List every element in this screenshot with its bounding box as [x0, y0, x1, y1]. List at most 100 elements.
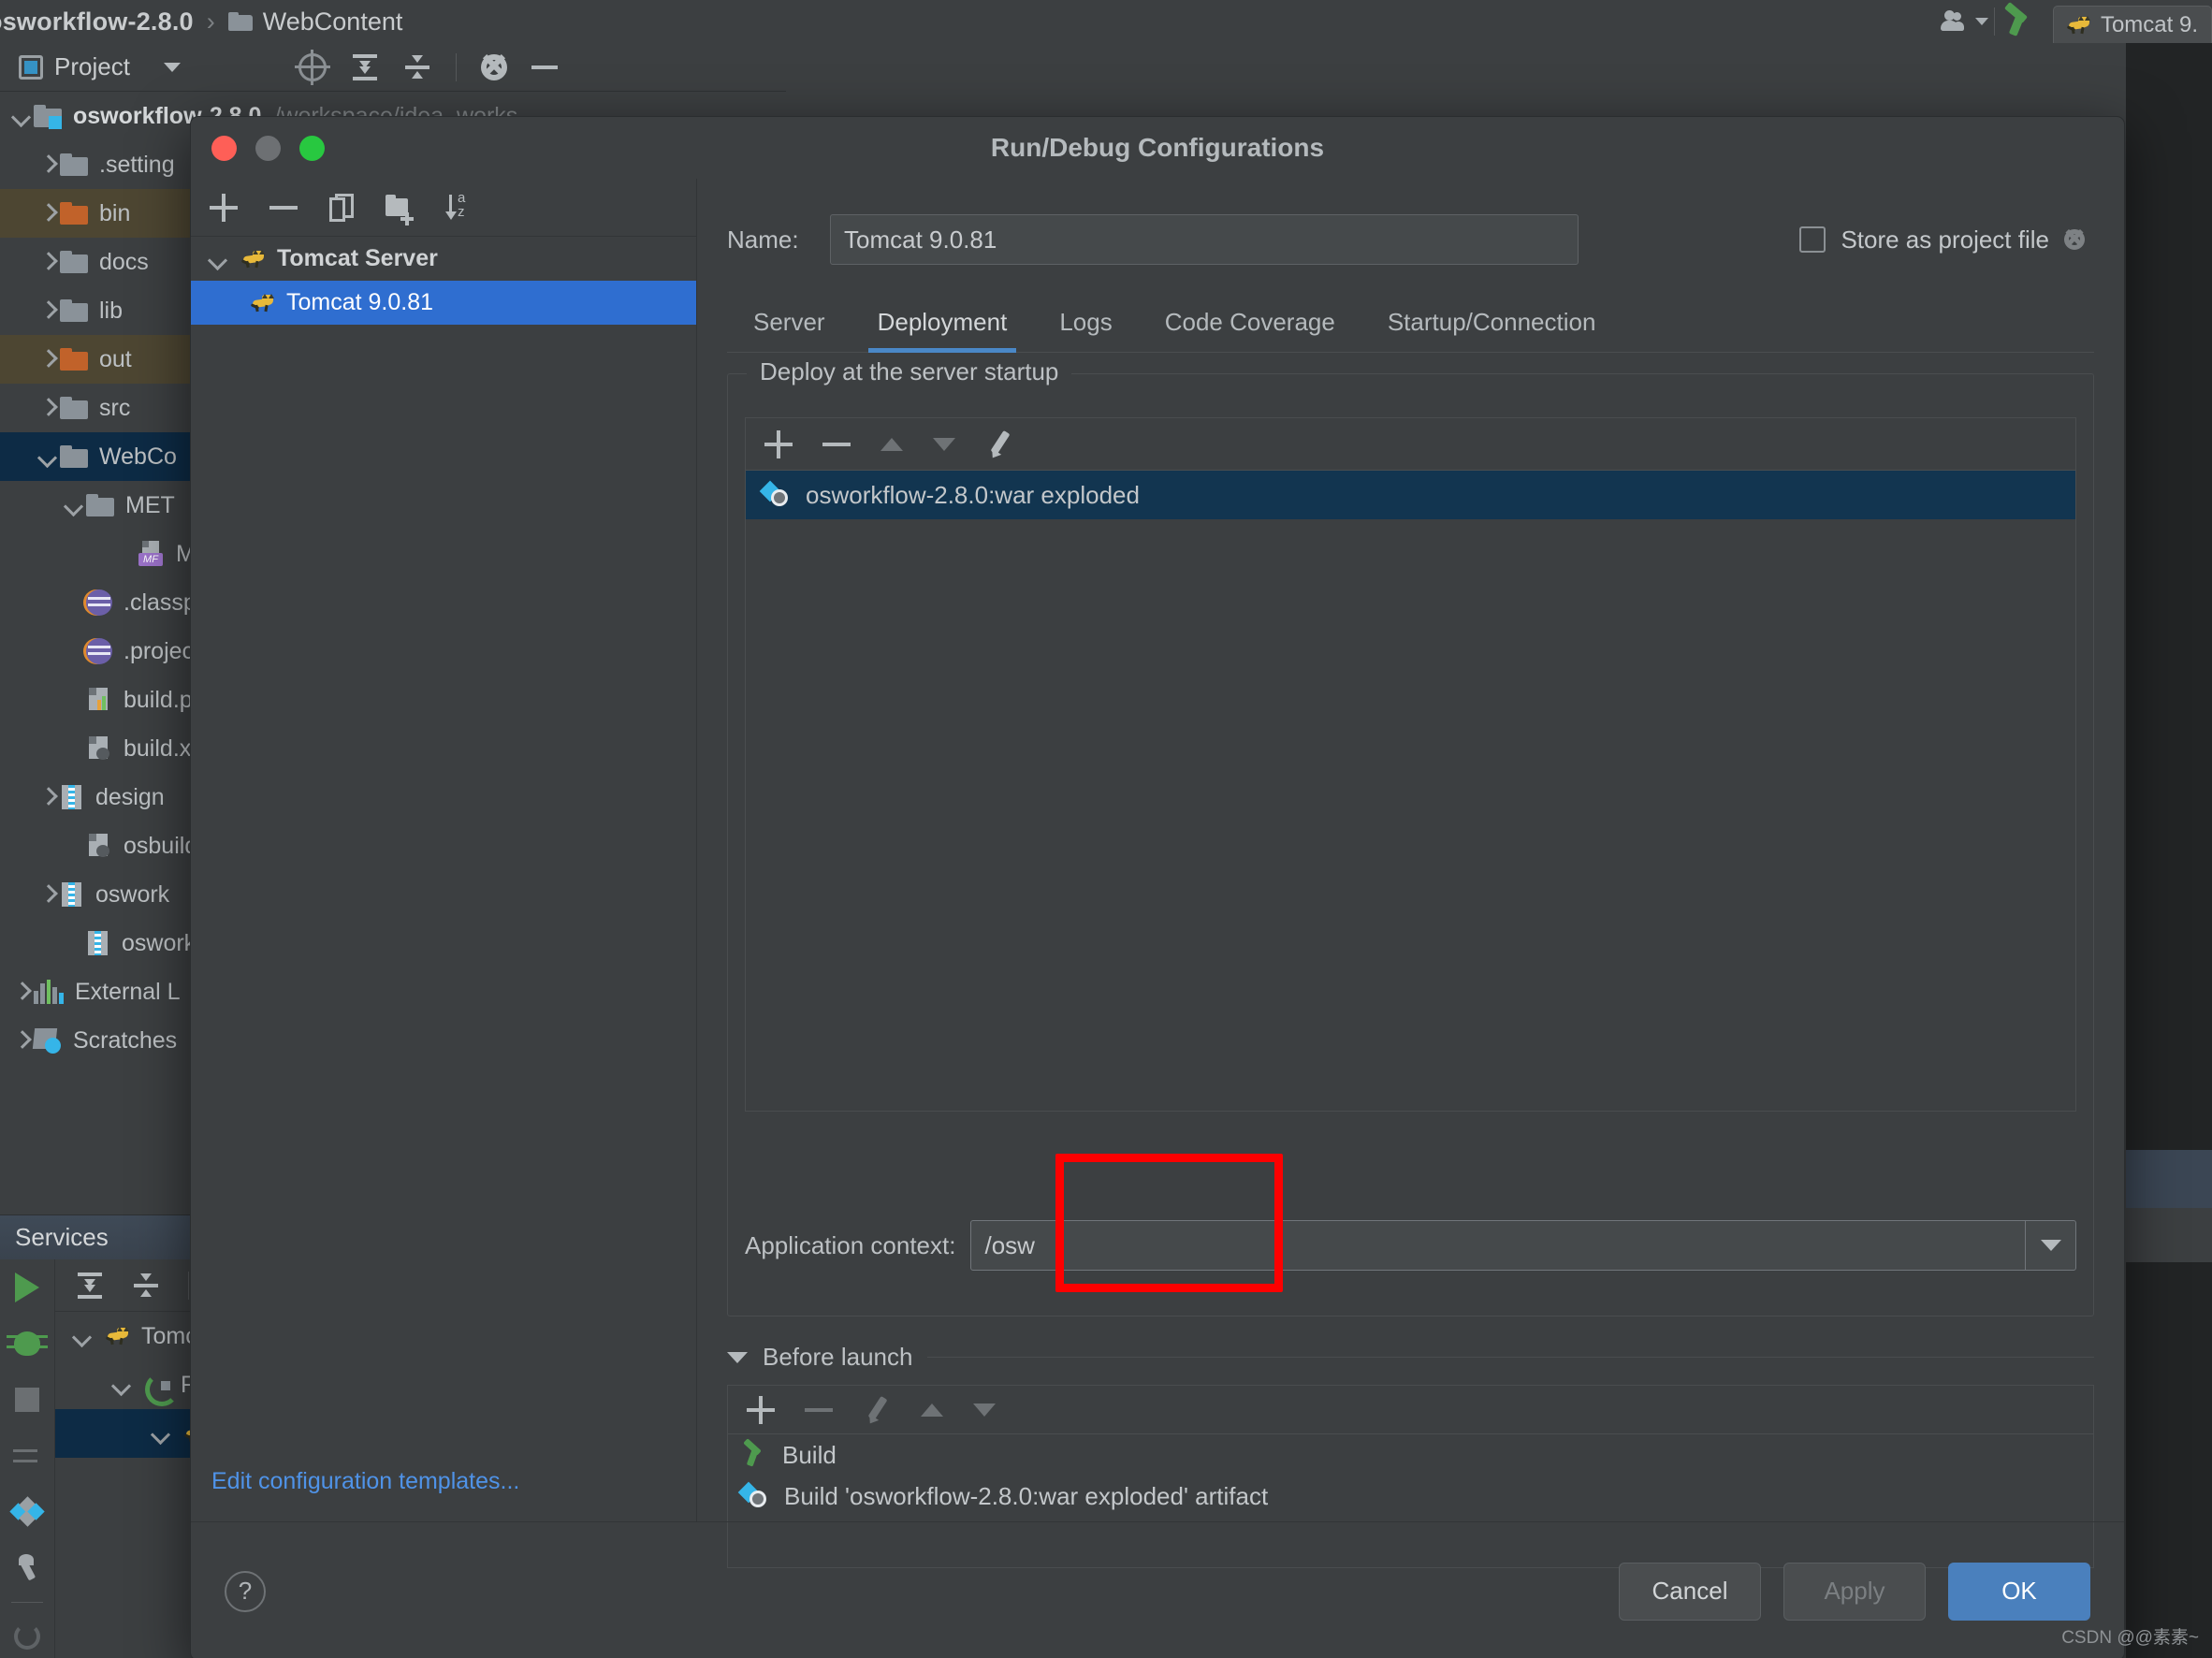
- configuration-group-row[interactable]: Tomcat Server: [191, 237, 696, 281]
- user-menu-button[interactable]: [1938, 9, 1988, 34]
- chevron-right-icon[interactable]: [36, 201, 60, 225]
- configurations-list: Tomcat Server Tomcat 9.0.81: [191, 237, 696, 325]
- project-tree-label: build.p: [124, 686, 193, 713]
- locate-icon[interactable]: [294, 49, 330, 85]
- ant-icon: [86, 736, 112, 761]
- chevron-right-icon[interactable]: [9, 1028, 34, 1053]
- move-up-icon[interactable]: [921, 1403, 943, 1417]
- run-configuration-selector[interactable]: Tomcat 9.: [2052, 6, 2212, 43]
- tab-deployment[interactable]: Deployment: [851, 308, 1034, 353]
- help-button[interactable]: ?: [225, 1570, 266, 1612]
- run-config-name: Tomcat 9.: [2100, 11, 2198, 37]
- remove-icon[interactable]: [822, 442, 851, 446]
- close-button[interactable]: [211, 135, 237, 161]
- move-down-icon[interactable]: [933, 437, 955, 451]
- build-project-button[interactable]: [2001, 2, 2038, 37]
- folder-icon: [60, 397, 88, 419]
- breadcrumb-project[interactable]: osworkflow-2.8.0: [0, 7, 194, 36]
- chevron-right-icon[interactable]: [36, 396, 60, 420]
- folder-icon: [227, 12, 253, 31]
- project-tree-label: oswork: [122, 929, 196, 956]
- expand-all-icon[interactable]: [351, 53, 379, 81]
- minimize-button[interactable]: [255, 135, 281, 161]
- chevron-right-icon[interactable]: [9, 980, 34, 1004]
- edit-icon[interactable]: [985, 430, 1013, 458]
- ok-button[interactable]: OK: [1948, 1562, 2090, 1621]
- copy-icon[interactable]: [329, 193, 354, 222]
- debug-icon[interactable]: [0, 1316, 54, 1372]
- project-tree-label: WebCo: [99, 443, 177, 470]
- chevron-right-icon[interactable]: [36, 347, 60, 371]
- before-launch-item[interactable]: Build: [728, 1434, 2093, 1476]
- chevron-down-icon[interactable]: [36, 444, 60, 469]
- edit-configuration-templates-link[interactable]: Edit configuration templates...: [211, 1468, 519, 1495]
- gear-icon[interactable]: [2064, 229, 2085, 250]
- breadcrumb-separator: ›: [206, 7, 215, 36]
- application-context-combobox[interactable]: [970, 1220, 2076, 1271]
- configuration-row[interactable]: Tomcat 9.0.81: [191, 281, 696, 325]
- chevron-down-icon[interactable]: [206, 247, 230, 271]
- chevron-right-icon[interactable]: [36, 882, 60, 907]
- tab-logs[interactable]: Logs: [1033, 308, 1138, 352]
- store-as-project-file-checkbox[interactable]: [1799, 226, 1826, 253]
- add-icon[interactable]: [747, 1395, 775, 1424]
- chevron-down-icon[interactable]: [9, 104, 34, 128]
- before-launch-header[interactable]: Before launch: [727, 1343, 2094, 1372]
- expand-all-icon[interactable]: [76, 1272, 104, 1300]
- chevron-right-icon[interactable]: [36, 153, 60, 177]
- project-tree-label: .setting: [99, 151, 175, 178]
- sort-az-icon[interactable]: az: [445, 190, 475, 223]
- name-input[interactable]: [830, 214, 1579, 265]
- project-tree-label: MET: [125, 491, 175, 518]
- deploy-list-item[interactable]: osworkflow-2.8.0:war exploded: [746, 471, 2075, 519]
- application-context-input[interactable]: [971, 1221, 2025, 1270]
- before-launch-item[interactable]: Build 'osworkflow-2.8.0:war exploded' ar…: [728, 1476, 2093, 1517]
- chevron-down-icon[interactable]: [70, 1324, 95, 1348]
- chevron-right-icon[interactable]: [36, 298, 60, 323]
- chevron-down-icon[interactable]: [109, 1373, 134, 1397]
- refresh-icon[interactable]: [0, 1608, 54, 1658]
- collapse-all-icon[interactable]: [403, 53, 431, 81]
- editor-line: [2126, 1208, 2212, 1262]
- wrench-icon[interactable]: [0, 1540, 54, 1596]
- apply-button[interactable]: Apply: [1783, 1562, 1926, 1621]
- rerun-failed-icon[interactable]: [0, 1428, 54, 1484]
- chevron-down-icon[interactable]: [149, 1421, 173, 1446]
- project-tab[interactable]: Project: [0, 52, 181, 81]
- add-icon[interactable]: [764, 429, 793, 458]
- collapse-all-icon[interactable]: [132, 1272, 160, 1300]
- hide-icon[interactable]: [531, 65, 558, 69]
- chevron-down-icon[interactable]: [727, 1351, 748, 1363]
- stop-icon[interactable]: [0, 1372, 54, 1428]
- run-icon[interactable]: [0, 1259, 54, 1316]
- cancel-button[interactable]: Cancel: [1619, 1562, 1761, 1621]
- remove-icon[interactable]: [805, 1407, 833, 1412]
- store-as-project-file-group[interactable]: Store as project file: [1799, 225, 2085, 255]
- chevron-right-icon[interactable]: [36, 250, 60, 274]
- folder-new-icon[interactable]: [386, 194, 414, 225]
- add-icon[interactable]: [210, 193, 238, 222]
- before-launch-items: Build Build 'osworkflow-2.8.0:war explode…: [728, 1434, 2093, 1517]
- tab-server[interactable]: Server: [727, 308, 851, 352]
- xml-icon: [86, 688, 112, 712]
- chevron-down-icon[interactable]: [163, 62, 181, 72]
- tab-code-coverage[interactable]: Code Coverage: [1139, 308, 1361, 352]
- jar-icon: [60, 785, 84, 809]
- settings-icon[interactable]: [480, 53, 507, 80]
- breadcrumb-folder[interactable]: WebContent: [263, 7, 403, 36]
- classpath-icon: [86, 589, 112, 616]
- chevron-down-icon[interactable]: [2025, 1221, 2075, 1270]
- configuration-tabs: Server Deployment Logs Code Coverage Startup…: [727, 308, 2094, 353]
- project-tree-label: lib: [99, 297, 124, 324]
- tab-startup-connection[interactable]: Startup/Connection: [1361, 308, 1623, 352]
- remove-icon[interactable]: [269, 205, 298, 210]
- move-up-icon[interactable]: [880, 437, 903, 451]
- move-down-icon[interactable]: [973, 1403, 996, 1417]
- artifacts-icon[interactable]: [0, 1484, 54, 1540]
- maximize-button[interactable]: [299, 135, 325, 161]
- chevron-down-icon[interactable]: [62, 493, 86, 517]
- edit-icon[interactable]: [863, 1396, 891, 1424]
- application-context-label: Application context:: [745, 1230, 956, 1259]
- chevron-right-icon[interactable]: [36, 785, 60, 809]
